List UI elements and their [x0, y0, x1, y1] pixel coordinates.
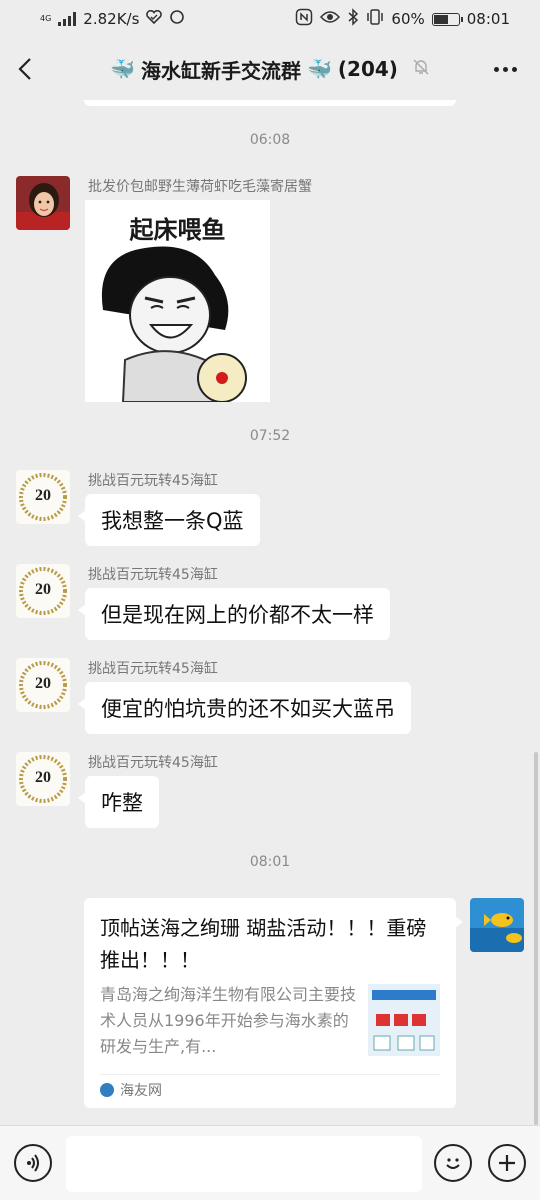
badge-20-avatar[interactable]: 20: [16, 564, 70, 618]
link-card-description: 青岛海之绚海洋生物有限公司主要技术人员从1996年开始参与海水素的研发与生产,有…: [100, 985, 357, 1056]
vibrate-icon: [366, 9, 384, 29]
chat-scrollbar[interactable]: [534, 752, 538, 1125]
source-name: 海友网: [120, 1083, 162, 1099]
sender-name: 批发价包邮野生薄荷虾吃毛藻寄居蟹: [88, 179, 312, 195]
sender-name: 挑战百元玩转45海缸: [88, 661, 218, 677]
voice-button[interactable]: [14, 1144, 52, 1182]
chat-area[interactable]: 06:08 批发价包邮野生薄荷虾吃毛藻寄居蟹 起床喂鱼 07:52 20 挑战百…: [0, 100, 540, 1125]
status-right: 60% 08:01: [295, 8, 510, 30]
member-count: (204): [337, 57, 398, 81]
meme-face-icon: [101, 246, 247, 402]
status-bar: 4G 2.82K/s 60% 08:01: [0, 0, 540, 38]
sticker-image[interactable]: 起床喂鱼: [85, 200, 270, 402]
heart-icon: [146, 9, 163, 28]
eye-icon: [320, 10, 341, 28]
badge-20-avatar[interactable]: 20: [16, 470, 70, 524]
nfc-icon: [295, 8, 313, 30]
timestamp: 07:52: [249, 428, 291, 444]
battery-icon: [431, 12, 463, 26]
message-sticker: 批发价包邮野生薄荷虾吃毛藻寄居蟹 起床喂鱼: [16, 176, 516, 406]
status-left: 4G 2.82K/s: [40, 9, 185, 29]
fish-avatar[interactable]: [470, 898, 524, 952]
svg-text:20: 20: [35, 675, 51, 692]
link-card-title: 顶帖送海之绚珊 瑚盐活动！！！重磅推出！！！: [100, 916, 427, 972]
source-site-icon: [100, 1083, 114, 1097]
sync-icon: [169, 9, 185, 29]
message-text: 20 挑战百元玩转45海缸 咋整: [16, 752, 516, 832]
svg-text:20: 20: [35, 581, 51, 598]
previous-message-bubble[interactable]: [84, 100, 456, 106]
smiley-icon: [446, 1158, 460, 1169]
emoji-button[interactable]: [434, 1144, 472, 1182]
whale-icon: 🐳: [306, 57, 332, 81]
battery-percent: 60%: [391, 10, 425, 28]
network-type-label: 4G: [40, 14, 52, 23]
timestamp: 06:08: [249, 132, 291, 148]
badge-20-avatar[interactable]: 20: [16, 658, 70, 712]
message-text: 20 挑战百元玩转45海缸 我想整一条Q蓝: [16, 470, 516, 550]
timestamp: 08:01: [249, 854, 291, 870]
link-card-thumbnail: [368, 984, 440, 1056]
message-bubble[interactable]: 便宜的怕坑贵的还不如买大蓝吊: [78, 682, 411, 734]
plus-icon: [499, 1155, 515, 1171]
message-text: 20 挑战百元玩转45海缸 便宜的怕坑贵的还不如买大蓝吊: [16, 658, 516, 738]
sender-name: 挑战百元玩转45海缸: [88, 567, 218, 583]
message-bubble[interactable]: 我想整一条Q蓝: [78, 494, 260, 546]
clock: 08:01: [466, 10, 510, 28]
group-title: 🐳 海水缸新手交流群 🐳 (204): [110, 55, 430, 84]
badge-20-avatar[interactable]: 20: [16, 752, 70, 806]
group-name: 海水缸新手交流群: [140, 58, 301, 83]
chevron-left-icon: [18, 58, 31, 80]
whale-icon: 🐳: [110, 57, 135, 81]
signal-icon: [58, 12, 77, 26]
sender-name: 挑战百元玩转45海缸: [88, 755, 218, 771]
back-button[interactable]: [18, 55, 46, 83]
voice-wave-icon: [27, 1154, 39, 1172]
message-bubble[interactable]: 咋整: [78, 776, 159, 828]
svg-text:20: 20: [35, 769, 51, 786]
more-button[interactable]: [494, 66, 522, 72]
girl-avatar[interactable]: [16, 176, 70, 230]
message-text: 20 挑战百元玩转45海缸 但是现在网上的价都不太一样: [16, 564, 516, 644]
link-card[interactable]: 顶帖送海之绚珊 瑚盐活动！！！重磅推出！！！ 青岛海之绚海洋生物有限公司主要技术…: [84, 898, 463, 1108]
link-card-source: 海友网: [100, 1074, 440, 1100]
message-input-bar: [0, 1125, 540, 1200]
mute-bell-icon: [412, 57, 430, 81]
add-more-button[interactable]: [488, 1144, 526, 1182]
bluetooth-icon: [347, 8, 359, 30]
net-speed: 2.82K/s: [83, 10, 140, 28]
message-bubble[interactable]: 但是现在网上的价都不太一样: [78, 588, 390, 640]
sender-name: 挑战百元玩转45海缸: [88, 473, 218, 489]
chat-header: 🐳 海水缸新手交流群 🐳 (204): [0, 38, 540, 100]
message-input[interactable]: [66, 1136, 422, 1192]
svg-text:20: 20: [35, 487, 51, 504]
